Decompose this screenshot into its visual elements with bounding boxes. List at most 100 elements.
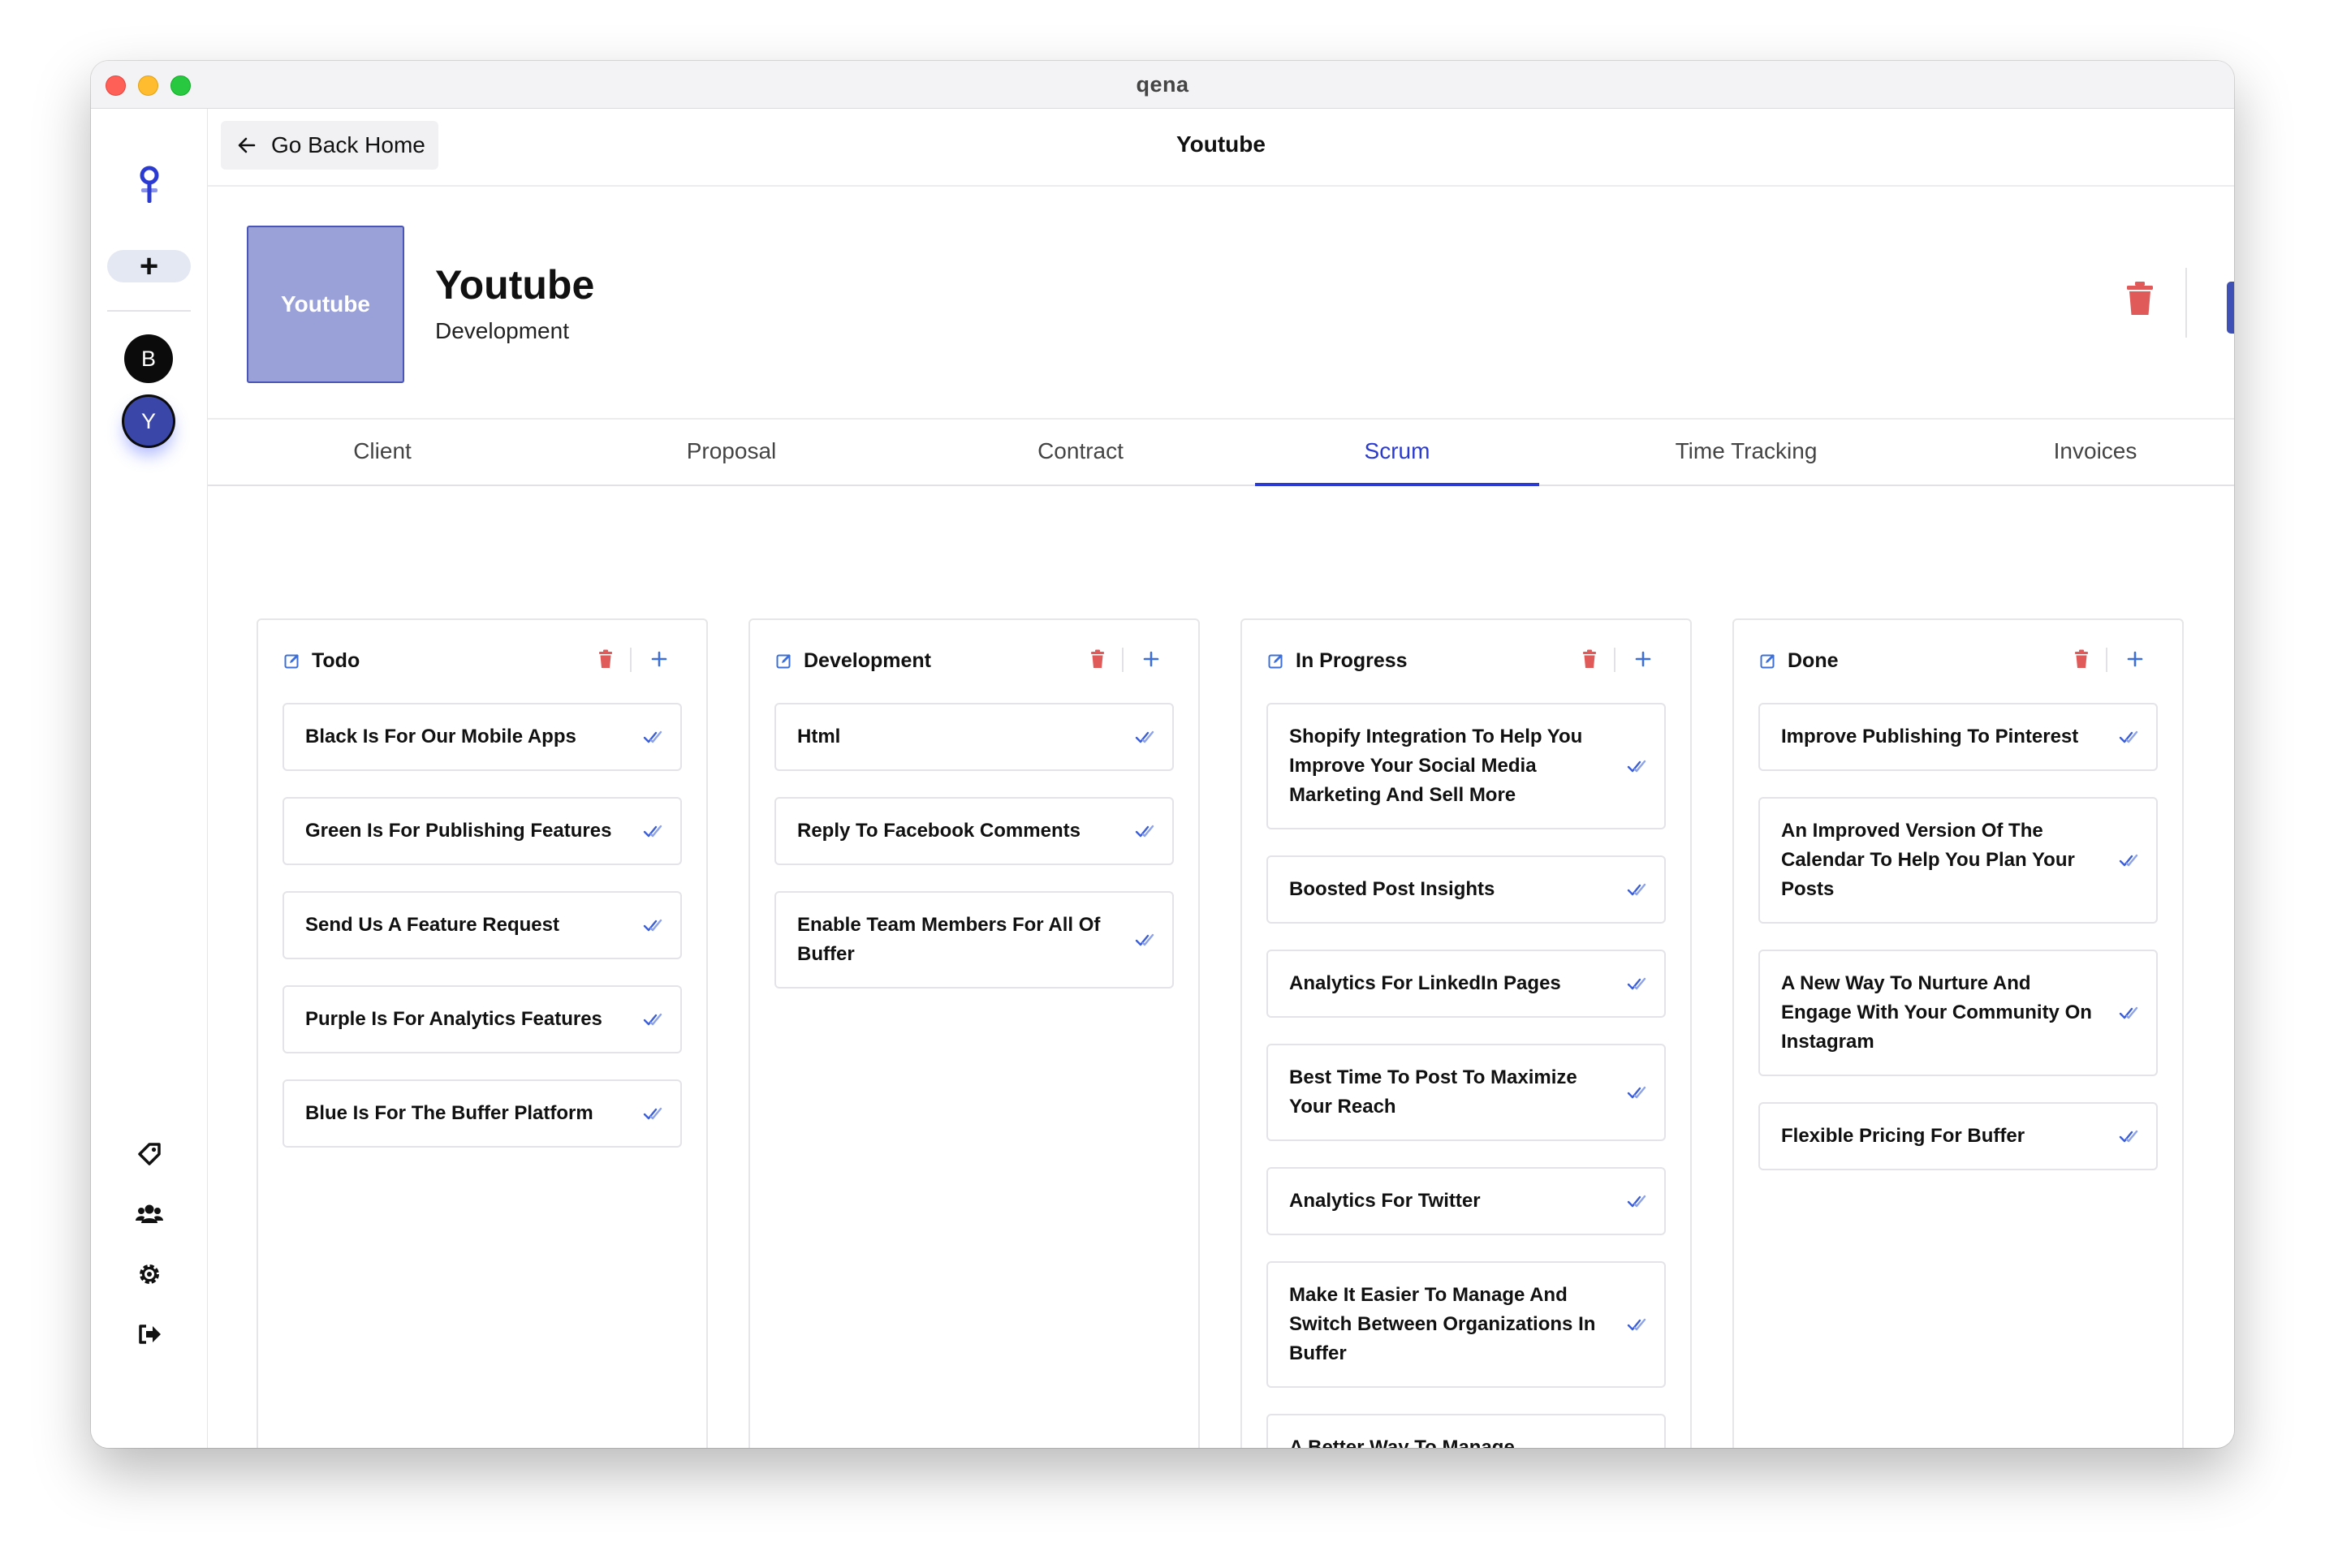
task-card-title: Flexible Pricing For Buffer — [1781, 1125, 2025, 1147]
task-card[interactable]: A New Way To Nurture And Engage With You… — [1758, 950, 2158, 1076]
check-icon[interactable] — [643, 728, 662, 746]
board-column: Done Improve Publishing To Pinterest An Im… — [1732, 618, 2184, 1448]
task-card-title: Analytics For Twitter — [1289, 1190, 1481, 1212]
check-icon[interactable] — [2119, 728, 2138, 746]
task-card[interactable]: Purple Is For Analytics Features — [283, 985, 682, 1053]
page-title: Youtube — [1176, 131, 1266, 157]
edit-column-icon[interactable] — [776, 653, 792, 669]
task-card-title: Blue Is For The Buffer Platform — [305, 1102, 593, 1124]
column-header: In Progress — [1266, 644, 1666, 677]
task-card[interactable]: Green Is For Publishing Features — [283, 797, 682, 865]
check-icon[interactable] — [1627, 881, 1646, 898]
column-title: Development — [804, 649, 931, 672]
window-title: qena — [1136, 72, 1189, 97]
project-tabs: Client Proposal Contract Scrum Time Trac… — [208, 420, 2234, 486]
task-card[interactable]: A Better Way To Manage "Campaigns" In Bu… — [1266, 1414, 1666, 1448]
check-icon[interactable] — [643, 916, 662, 934]
add-card-plus-icon[interactable] — [1633, 649, 1653, 669]
card-list: Shopify Integration To Help You Improve … — [1266, 703, 1666, 1448]
app-logo-icon[interactable] — [133, 164, 166, 205]
task-card-title: Enable Team Members For All Of Buffer — [797, 914, 1101, 965]
tag-icon[interactable] — [135, 1139, 164, 1169]
task-card-title: A New Way To Nurture And Engage With You… — [1781, 972, 2092, 1053]
check-icon[interactable] — [1135, 728, 1154, 746]
task-card[interactable]: Make It Easier To Manage And Switch Betw… — [1266, 1261, 1666, 1388]
task-card[interactable]: Reply To Facebook Comments — [774, 797, 1174, 865]
project-avatar-b[interactable]: B — [124, 334, 173, 383]
edit-column-icon[interactable] — [1268, 653, 1284, 669]
check-icon[interactable] — [1135, 822, 1154, 840]
tab-scrum[interactable]: Scrum — [1255, 420, 1539, 486]
tab-client[interactable]: Client — [240, 420, 524, 485]
tab-invoices[interactable]: Invoices — [1953, 420, 2234, 485]
column-header: Todo — [283, 644, 682, 677]
check-icon[interactable] — [1135, 931, 1154, 949]
board-column: In Progress Shopify Integration To Help Y… — [1240, 618, 1692, 1448]
gear-icon[interactable] — [135, 1260, 164, 1289]
sidebar-divider — [107, 310, 191, 312]
card-list: Improve Publishing To Pinterest An Improv… — [1758, 703, 2158, 1196]
task-card-title: Black Is For Our Mobile Apps — [305, 726, 576, 747]
edit-column-icon[interactable] — [284, 653, 300, 669]
task-card[interactable]: Flexible Pricing For Buffer — [1758, 1102, 2158, 1170]
delete-column-trash-icon[interactable] — [597, 649, 614, 669]
users-icon[interactable] — [135, 1200, 164, 1229]
task-card-title: A Better Way To Manage "Campaigns" In Bu… — [1289, 1437, 1515, 1448]
check-icon[interactable] — [643, 1105, 662, 1122]
board-column: Todo Black Is For Our Mobile Apps Green Is… — [257, 618, 708, 1448]
check-icon[interactable] — [1627, 757, 1646, 775]
add-card-plus-icon[interactable] — [649, 649, 669, 669]
task-card[interactable]: Blue Is For The Buffer Platform — [283, 1079, 682, 1148]
delete-column-trash-icon[interactable] — [1089, 649, 1106, 669]
task-card[interactable]: Html — [774, 703, 1174, 771]
delete-project-trash-icon[interactable] — [2124, 281, 2156, 317]
task-card[interactable]: Improve Publishing To Pinterest — [1758, 703, 2158, 771]
column-header-divider — [2106, 648, 2107, 672]
check-icon[interactable] — [643, 1010, 662, 1028]
check-icon[interactable] — [2119, 851, 2138, 869]
header-divider — [2185, 268, 2187, 338]
tab-proposal[interactable]: Proposal — [589, 420, 873, 485]
check-icon[interactable] — [2119, 1004, 2138, 1022]
card-list: Html Reply To Facebook Comments Enable Tea… — [774, 703, 1174, 1014]
add-card-plus-icon[interactable] — [2125, 649, 2145, 669]
task-card[interactable]: Shopify Integration To Help You Improve … — [1266, 703, 1666, 829]
check-icon[interactable] — [1627, 1192, 1646, 1210]
delete-column-trash-icon[interactable] — [2073, 649, 2090, 669]
delete-column-trash-icon[interactable] — [1581, 649, 1598, 669]
task-card[interactable]: An Improved Version Of The Calendar To H… — [1758, 797, 2158, 924]
task-card-title: Send Us A Feature Request — [305, 914, 559, 936]
task-card[interactable]: Send Us A Feature Request — [283, 891, 682, 959]
task-card[interactable]: Boosted Post Insights — [1266, 855, 1666, 924]
sidebar: + B Y — [91, 109, 208, 1448]
check-icon[interactable] — [1627, 975, 1646, 993]
task-card[interactable]: Black Is For Our Mobile Apps — [283, 703, 682, 771]
task-card-title: Shopify Integration To Help You Improve … — [1289, 726, 1583, 806]
title-bar: qena — [91, 61, 2234, 109]
column-header-divider — [1614, 648, 1615, 672]
logout-icon[interactable] — [135, 1320, 164, 1349]
column-header: Development — [774, 644, 1174, 677]
task-card-title: Make It Easier To Manage And Switch Betw… — [1289, 1284, 1596, 1364]
task-card-title: Best Time To Post To Maximize Your Reach — [1289, 1066, 1577, 1118]
add-project-button[interactable]: + — [107, 250, 191, 282]
task-card-title: Green Is For Publishing Features — [305, 820, 612, 842]
column-title: In Progress — [1296, 649, 1408, 672]
check-icon[interactable] — [1627, 1083, 1646, 1101]
task-card[interactable]: Enable Team Members For All Of Buffer — [774, 891, 1174, 989]
add-card-plus-icon[interactable] — [1141, 649, 1161, 669]
project-options-dropdown-button[interactable] — [2227, 282, 2234, 334]
task-card[interactable]: Best Time To Post To Maximize Your Reach — [1266, 1044, 1666, 1141]
task-card[interactable]: Analytics For Twitter — [1266, 1167, 1666, 1235]
tab-contract[interactable]: Contract — [938, 420, 1223, 485]
check-icon[interactable] — [643, 822, 662, 840]
edit-column-icon[interactable] — [1760, 653, 1776, 669]
task-card[interactable]: Analytics For LinkedIn Pages — [1266, 950, 1666, 1018]
project-avatar-y[interactable]: Y — [124, 397, 173, 446]
task-card-title: Html — [797, 726, 841, 747]
check-icon[interactable] — [1627, 1316, 1646, 1333]
tab-time-tracking[interactable]: Time Tracking — [1604, 420, 1888, 485]
column-title: Todo — [312, 649, 360, 672]
check-icon[interactable] — [2119, 1127, 2138, 1145]
project-header: Youtube Youtube Development — [208, 187, 2234, 420]
